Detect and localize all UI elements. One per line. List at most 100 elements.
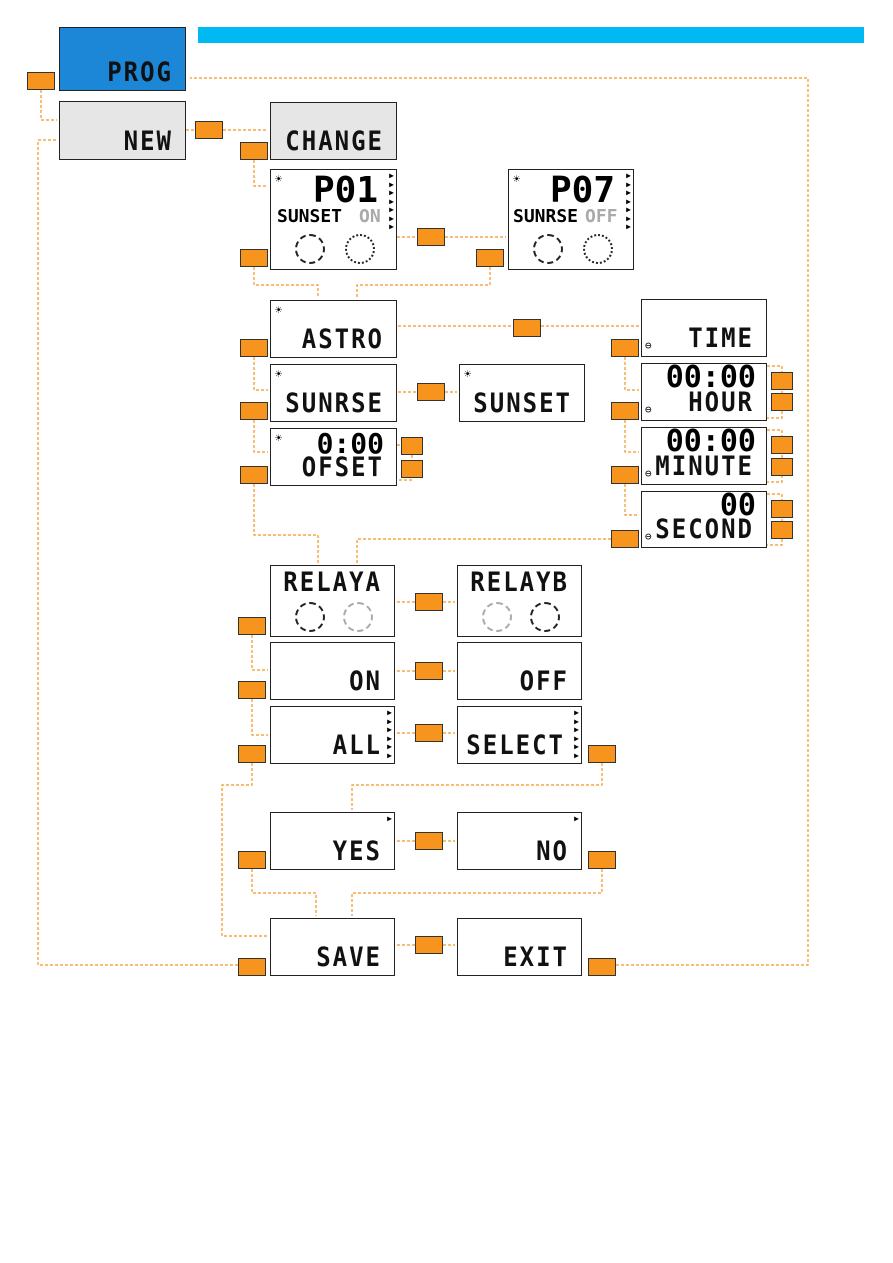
hour-label: HOUR (688, 386, 754, 418)
key-button[interactable] (415, 724, 443, 742)
key-button[interactable] (415, 832, 443, 850)
program-state: ON (359, 206, 381, 227)
offset-label: OFSET (301, 451, 384, 483)
key-button[interactable] (195, 121, 223, 139)
on-screen[interactable]: ON (270, 642, 395, 700)
offset-screen[interactable]: ☀ 0:00 OFSET (270, 427, 397, 486)
prog-screen[interactable]: PROG (59, 27, 186, 91)
yes-label: YES (332, 835, 382, 867)
key-button[interactable] (238, 745, 266, 763)
no-screen[interactable]: ▶ NO (457, 812, 582, 870)
key-button[interactable] (771, 372, 793, 390)
relay-b-label: RELAYB (470, 566, 569, 598)
astro-label: ASTRO (301, 323, 384, 355)
channel-arrows-icon: ▶ ▶ ▶ ▶ ▶ ▶ (387, 708, 392, 760)
yes-screen[interactable]: ▶ YES (270, 812, 395, 870)
program-p07-screen[interactable]: ☀ P07 ▶ ▶ ▶ ▶ ▶ ▶ ▶ SUNRSE OFF (508, 169, 634, 270)
astro-screen[interactable]: ☀ ASTRO (270, 300, 397, 358)
clock-icon: ⊖ (645, 467, 652, 480)
key-button[interactable] (771, 458, 793, 476)
relay-b-dial-icon (530, 602, 560, 632)
relay-b-screen[interactable]: RELAYB (457, 565, 582, 637)
key-button[interactable] (401, 437, 423, 455)
key-button[interactable] (415, 593, 443, 611)
channel-arrows-icon: ▶ ▶ ▶ ▶ ▶ ▶ (574, 708, 579, 760)
off-label: OFF (519, 665, 569, 697)
key-button[interactable] (401, 460, 423, 478)
prog-label: PROG (107, 56, 173, 88)
key-button[interactable] (240, 339, 268, 357)
program-number: P01 (312, 170, 378, 211)
key-button[interactable] (240, 142, 268, 160)
key-button[interactable] (611, 530, 639, 548)
key-button[interactable] (238, 958, 266, 976)
key-button[interactable] (417, 383, 445, 401)
second-label: SECOND (655, 513, 754, 545)
exit-label: EXIT (503, 941, 569, 973)
hour-screen[interactable]: ⊖ 00:00 HOUR (641, 360, 767, 421)
program-state: OFF (585, 206, 618, 227)
sunset-screen[interactable]: ☀ SUNSET (459, 364, 585, 422)
no-label: NO (536, 835, 569, 867)
key-button[interactable] (611, 339, 639, 357)
key-button[interactable] (415, 936, 443, 954)
key-button[interactable] (771, 436, 793, 454)
key-button[interactable] (513, 319, 541, 337)
key-button[interactable] (415, 662, 443, 680)
key-button[interactable] (588, 851, 616, 869)
channel-arrows-icon: ▶ ▶ ▶ ▶ ▶ ▶ ▶ (389, 171, 394, 231)
relay-a-screen[interactable]: RELAYA (270, 565, 395, 637)
relay-b-dial-icon (583, 234, 613, 264)
relay-b-dial-icon (345, 234, 375, 264)
second-screen[interactable]: ⊖ 00 SECOND (641, 488, 767, 548)
select-screen[interactable]: ▶ ▶ ▶ ▶ ▶ ▶ SELECT (457, 706, 582, 764)
menu-diagram: PROG NEW CHANGE ☀ P01 ▶ ▶ ▶ ▶ ▶ ▶ ▶ SUNSET ON … (0, 0, 893, 1263)
key-button[interactable] (771, 500, 793, 518)
clock-icon: ⊖ (645, 403, 652, 416)
key-button[interactable] (240, 249, 268, 267)
change-label: CHANGE (285, 125, 384, 157)
program-event: SUNSET (277, 206, 343, 227)
off-screen[interactable]: OFF (457, 642, 582, 700)
relay-a-dial-icon (295, 602, 325, 632)
key-button[interactable] (240, 402, 268, 420)
all-screen[interactable]: ▶ ▶ ▶ ▶ ▶ ▶ ALL (270, 706, 395, 764)
program-number: P07 (549, 170, 615, 211)
exit-screen[interactable]: EXIT (457, 918, 582, 976)
on-label: ON (349, 665, 382, 697)
key-button[interactable] (611, 466, 639, 484)
sunrise-label: SUNRSE (285, 387, 384, 419)
relay-a-label: RELAYA (283, 566, 382, 598)
minute-screen[interactable]: ⊖ 00:00 MINUTE (641, 424, 767, 485)
relay-a-dial-icon (482, 602, 512, 632)
time-screen[interactable]: ⊖ TIME (641, 299, 767, 357)
sun-icon: ☀ (275, 367, 283, 381)
new-screen[interactable]: NEW (59, 101, 186, 160)
key-button[interactable] (238, 617, 266, 635)
key-button[interactable] (238, 681, 266, 699)
key-button[interactable] (27, 72, 55, 90)
key-button[interactable] (476, 249, 504, 267)
all-label: ALL (332, 729, 382, 761)
key-button[interactable] (238, 851, 266, 869)
arrow-icon: ▶ (387, 814, 392, 823)
key-button[interactable] (417, 228, 445, 246)
program-event: SUNRSE (513, 206, 579, 227)
key-button[interactable] (771, 393, 793, 411)
sun-icon: ☀ (464, 367, 472, 381)
change-screen[interactable]: CHANGE (270, 102, 397, 160)
key-button[interactable] (588, 958, 616, 976)
key-button[interactable] (240, 466, 268, 484)
key-button[interactable] (771, 521, 793, 539)
sun-icon: ☀ (275, 303, 283, 317)
minute-label: MINUTE (655, 450, 754, 482)
key-button[interactable] (588, 745, 616, 763)
sun-icon: ☀ (275, 172, 283, 186)
key-button[interactable] (611, 402, 639, 420)
save-screen[interactable]: SAVE (270, 918, 395, 976)
time-label: TIME (688, 322, 754, 354)
program-p01-screen[interactable]: ☀ P01 ▶ ▶ ▶ ▶ ▶ ▶ ▶ SUNSET ON (270, 169, 397, 270)
sun-icon: ☀ (275, 431, 283, 445)
clock-icon: ⊖ (645, 530, 652, 543)
sunrise-screen[interactable]: ☀ SUNRSE (270, 364, 397, 422)
